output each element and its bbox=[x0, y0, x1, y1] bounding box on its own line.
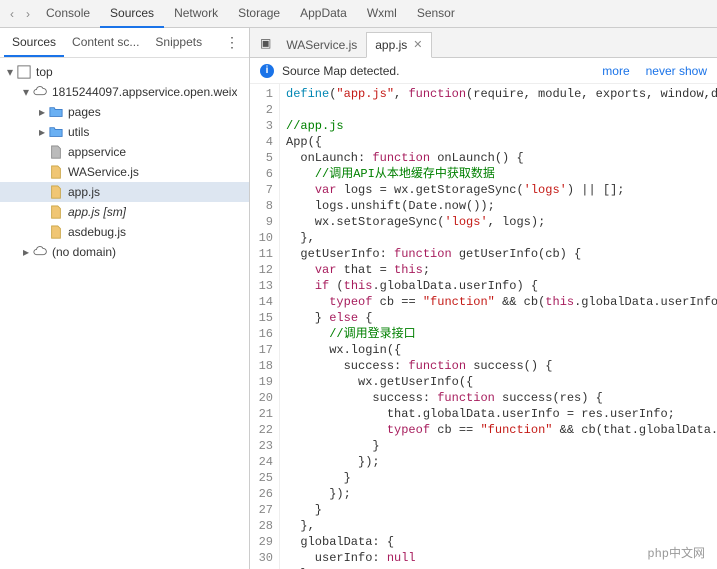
top-tab-appdata[interactable]: AppData bbox=[290, 0, 357, 28]
folder-icon bbox=[48, 104, 64, 120]
tree-item[interactable]: ▸ pages bbox=[0, 102, 249, 122]
tree-item-label: 1815244097.appservice.open.weix bbox=[52, 85, 237, 99]
code-content[interactable]: define("app.js", function(require, modul… bbox=[280, 84, 717, 569]
editor-panel: ▣ WAService.js app.js ✕ i Source Map detec… bbox=[250, 28, 717, 569]
nav-right-icon[interactable]: › bbox=[20, 7, 36, 21]
top-tab-network[interactable]: Network bbox=[164, 0, 228, 28]
tree-item[interactable]: appservice bbox=[0, 142, 249, 162]
file-grey-icon bbox=[48, 144, 64, 160]
sources-subtab[interactable]: Sources bbox=[4, 29, 64, 57]
line-gutter: 1 2 3 4 5 6 7 8 9 10 11 12 13 14 15 16 1… bbox=[250, 84, 280, 569]
tree-item[interactable]: ▾ top bbox=[0, 62, 249, 82]
editor-tab[interactable]: WAService.js bbox=[277, 32, 366, 58]
tree-item[interactable]: ▸ utils bbox=[0, 122, 249, 142]
tree-item-label: app.js [sm] bbox=[68, 205, 126, 219]
twisty-icon[interactable]: ▾ bbox=[20, 85, 32, 99]
code-editor[interactable]: 1 2 3 4 5 6 7 8 9 10 11 12 13 14 15 16 1… bbox=[250, 84, 717, 569]
sourcemap-info-bar: i Source Map detected. more never show bbox=[250, 58, 717, 84]
tree-item[interactable]: ▸ (no domain) bbox=[0, 242, 249, 262]
tree-item-label: (no domain) bbox=[52, 245, 116, 259]
info-more-link[interactable]: more bbox=[602, 64, 629, 78]
sources-subtab[interactable]: Content sc... bbox=[64, 29, 147, 57]
tree-item-label: top bbox=[36, 65, 53, 79]
tree-item-label: appservice bbox=[68, 145, 126, 159]
info-never-show-link[interactable]: never show bbox=[646, 64, 707, 78]
sources-subtab[interactable]: Snippets bbox=[147, 29, 210, 57]
top-tab-storage[interactable]: Storage bbox=[228, 0, 290, 28]
close-icon[interactable]: ✕ bbox=[413, 38, 422, 51]
editor-tab-label: app.js bbox=[375, 38, 407, 52]
twisty-icon[interactable]: ▸ bbox=[20, 245, 32, 259]
file-js-icon bbox=[48, 164, 64, 180]
info-icon: i bbox=[260, 64, 274, 78]
top-tab-sensor[interactable]: Sensor bbox=[407, 0, 465, 28]
info-text: Source Map detected. bbox=[282, 64, 586, 78]
file-js-icon bbox=[48, 204, 64, 220]
file-tree[interactable]: ▾ top ▾ 1815244097.appservice.open.weix ▸ pag… bbox=[0, 58, 249, 569]
folder-icon bbox=[48, 124, 64, 140]
toggle-navigator-icon[interactable]: ▣ bbox=[254, 36, 277, 50]
cloud-icon bbox=[32, 84, 48, 100]
tree-item[interactable]: asdebug.js bbox=[0, 222, 249, 242]
twisty-icon[interactable]: ▸ bbox=[36, 105, 48, 119]
tree-item[interactable]: WAService.js bbox=[0, 162, 249, 182]
tree-item-label: WAService.js bbox=[68, 165, 139, 179]
editor-tabs: ▣ WAService.js app.js ✕ bbox=[250, 28, 717, 58]
top-tab-sources[interactable]: Sources bbox=[100, 0, 164, 28]
tree-item[interactable]: app.js bbox=[0, 182, 249, 202]
tree-item-label: utils bbox=[68, 125, 89, 139]
tree-item-label: asdebug.js bbox=[68, 225, 126, 239]
tree-item[interactable]: app.js [sm] bbox=[0, 202, 249, 222]
nav-left-icon[interactable]: ‹ bbox=[4, 7, 20, 21]
editor-tab[interactable]: app.js ✕ bbox=[366, 32, 431, 58]
file-js-icon bbox=[48, 184, 64, 200]
file-js-icon bbox=[48, 224, 64, 240]
twisty-icon[interactable]: ▾ bbox=[4, 65, 16, 79]
main-split: SourcesContent sc...Snippets ⋮ ▾ top ▾ 1815… bbox=[0, 28, 717, 569]
top-tab-wxml[interactable]: Wxml bbox=[357, 0, 407, 28]
twisty-icon[interactable]: ▸ bbox=[36, 125, 48, 139]
devtools-top-tabs: ‹ › ConsoleSourcesNetworkStorageAppDataW… bbox=[0, 0, 717, 28]
sources-subtabs: SourcesContent sc...Snippets ⋮ bbox=[0, 28, 249, 58]
cloud-icon bbox=[32, 244, 48, 260]
top-tab-console[interactable]: Console bbox=[36, 0, 100, 28]
tree-item[interactable]: ▾ 1815244097.appservice.open.weix bbox=[0, 82, 249, 102]
editor-tab-label: WAService.js bbox=[286, 38, 357, 52]
frame-icon bbox=[16, 64, 32, 80]
tree-item-label: pages bbox=[68, 105, 101, 119]
more-icon[interactable]: ⋮ bbox=[219, 34, 245, 51]
tree-item-label: app.js bbox=[68, 185, 100, 199]
left-panel: SourcesContent sc...Snippets ⋮ ▾ top ▾ 1815… bbox=[0, 28, 250, 569]
